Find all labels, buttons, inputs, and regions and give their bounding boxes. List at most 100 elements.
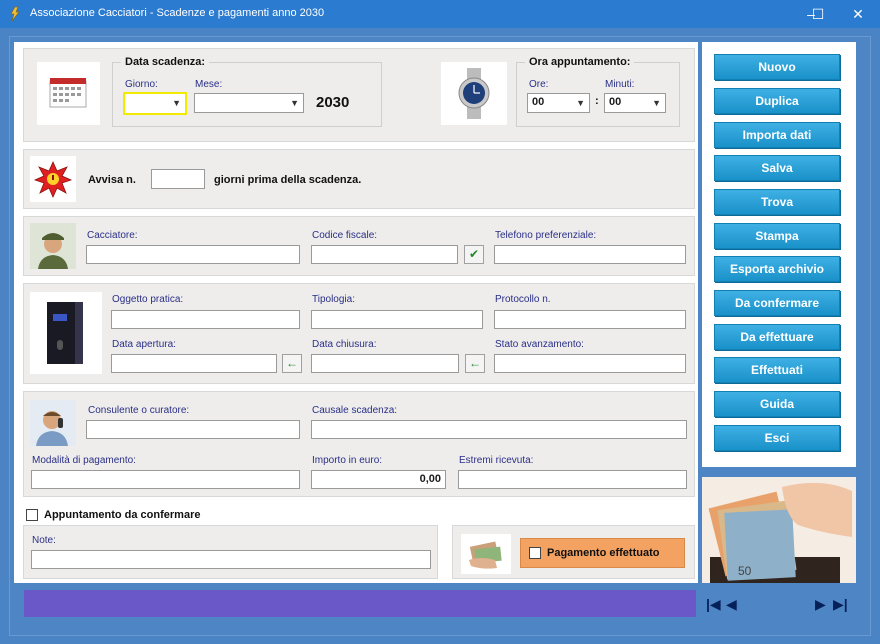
- protocollo-label: Protocollo n.: [495, 294, 551, 305]
- codice-fiscale-input[interactable]: [311, 245, 458, 264]
- ricevuta-label: Estremi ricevuta:: [459, 455, 534, 466]
- cacciatore-label: Cacciatore:: [87, 230, 138, 241]
- importo-label: Importo in euro:: [312, 455, 383, 466]
- da-confermare-label: Appuntamento da confermare: [44, 509, 201, 521]
- alarm-icon: [30, 156, 76, 202]
- pratica-panel: Oggetto pratica: Tipologia: Protocollo n…: [23, 283, 695, 384]
- mese-select[interactable]: ▼: [194, 93, 304, 113]
- cacciatore-input[interactable]: [86, 245, 300, 264]
- giorno-label: Giorno:: [125, 79, 158, 90]
- salva-button[interactable]: Salva: [714, 155, 840, 181]
- data-apertura-input[interactable]: [111, 354, 277, 373]
- importo-input[interactable]: 0,00: [311, 470, 446, 489]
- causale-input[interactable]: [311, 420, 687, 439]
- avvisa-suffix-label: giorni prima della scadenza.: [214, 174, 362, 186]
- close-button[interactable]: ✕: [836, 0, 880, 28]
- anno-value: 2030: [316, 94, 350, 111]
- oggetto-pratica-label: Oggetto pratica:: [112, 294, 184, 305]
- pagamento-effettuato-box: Pagamento effettuato: [520, 538, 685, 568]
- stato-avanzamento-label: Stato avanzamento:: [495, 339, 584, 350]
- ore-select[interactable]: 00 ▼: [527, 93, 590, 113]
- note-label: Note:: [32, 535, 56, 546]
- pagamento-panel: Pagamento effettuato: [452, 525, 695, 579]
- pagamento-effettuato-label: Pagamento effettuato: [547, 547, 660, 559]
- guida-button[interactable]: Guida: [714, 391, 840, 417]
- esporta-archivio-button[interactable]: Esporta archivio: [714, 256, 840, 282]
- ora-appuntamento-legend: Ora appuntamento:: [525, 56, 635, 68]
- check-codice-fiscale-button[interactable]: ✔: [464, 245, 484, 264]
- client-area: Data scadenza: Giorno: ▼ Mese: ▼ 2030 Or…: [0, 28, 880, 644]
- last-record-icon[interactable]: ▶|: [833, 596, 848, 613]
- consulente-input[interactable]: [86, 420, 300, 439]
- nuovo-button[interactable]: Nuovo: [714, 54, 840, 80]
- stampa-button[interactable]: Stampa: [714, 223, 840, 249]
- tipologia-label: Tipologia:: [312, 294, 355, 305]
- avviso-panel: Avvisa n. giorni prima della scadenza.: [23, 149, 695, 209]
- app-icon: [10, 6, 20, 22]
- arrow-left-icon: ←: [286, 356, 298, 370]
- stato-avanzamento-input[interactable]: [494, 354, 686, 373]
- title-bar: Associazione Cacciatori - Scadenze e pag…: [0, 0, 880, 28]
- trova-button[interactable]: Trova: [714, 189, 840, 215]
- importa-dati-button[interactable]: Importa dati: [714, 122, 840, 148]
- previous-record-icon[interactable]: ◀: [726, 596, 737, 613]
- ore-label: Ore:: [529, 79, 549, 90]
- data-chiusura-label: Data chiusura:: [312, 339, 377, 350]
- cash-hand-icon: [461, 534, 511, 574]
- money-image: 50: [702, 477, 856, 583]
- da-effettuare-button[interactable]: Da effettuare: [714, 324, 840, 350]
- modalita-label: Modalità di pagamento:: [32, 455, 136, 466]
- minuti-select[interactable]: 00 ▼: [604, 93, 666, 113]
- button-column: Nuovo Duplica Importa dati Salva Trova S…: [702, 42, 856, 467]
- consulente-label: Consulente o curatore:: [88, 405, 190, 416]
- set-data-apertura-button[interactable]: ←: [282, 354, 302, 373]
- esci-button[interactable]: Esci: [714, 425, 840, 451]
- chevron-down-icon: ▼: [172, 98, 181, 108]
- data-scadenza-group: Data scadenza: Giorno: ▼ Mese: ▼ 2030: [112, 56, 382, 127]
- tipologia-input[interactable]: [311, 310, 483, 329]
- consulente-panel: Consulente o curatore: Causale scadenza:…: [23, 391, 695, 497]
- causale-label: Causale scadenza:: [312, 405, 398, 416]
- cacciatore-panel: Cacciatore: Codice fiscale: ✔ Telefono p…: [23, 216, 695, 276]
- data-chiusura-input[interactable]: [311, 354, 459, 373]
- avvisa-label: Avvisa n.: [88, 174, 136, 186]
- giorno-select[interactable]: ▼: [123, 92, 187, 115]
- watch-icon: [441, 62, 507, 125]
- da-confermare-checkbox[interactable]: [26, 509, 38, 521]
- ricevuta-input[interactable]: [458, 470, 687, 489]
- status-bar: [24, 590, 696, 617]
- minuti-label: Minuti:: [605, 79, 635, 90]
- form-frame: Data scadenza: Giorno: ▼ Mese: ▼ 2030 Or…: [14, 42, 698, 583]
- telefono-label: Telefono preferenziale:: [495, 230, 597, 241]
- data-scadenza-legend: Data scadenza:: [121, 56, 210, 68]
- ora-appuntamento-group: Ora appuntamento: Ore: 00 ▼ : Minuti: 00…: [516, 56, 680, 127]
- modalita-input[interactable]: [31, 470, 300, 489]
- first-record-icon[interactable]: |◀: [706, 596, 721, 613]
- note-panel: Note:: [23, 525, 438, 579]
- mese-label: Mese:: [195, 79, 223, 90]
- svg-text:50: 50: [738, 564, 752, 578]
- protocollo-input[interactable]: [494, 310, 686, 329]
- scadenza-panel: Data scadenza: Giorno: ▼ Mese: ▼ 2030 Or…: [23, 48, 695, 142]
- chevron-down-icon: ▼: [652, 98, 661, 108]
- arrow-left-icon: ←: [469, 356, 481, 370]
- avvisa-giorni-input[interactable]: [151, 169, 205, 189]
- chevron-down-icon: ▼: [576, 98, 585, 108]
- data-apertura-label: Data apertura:: [112, 339, 176, 350]
- next-record-icon[interactable]: ▶: [815, 596, 826, 613]
- check-icon: ✔: [468, 247, 480, 261]
- oggetto-pratica-input[interactable]: [111, 310, 300, 329]
- note-input[interactable]: [31, 550, 431, 569]
- hunter-avatar: [30, 223, 76, 269]
- set-data-chiusura-button[interactable]: ←: [465, 354, 485, 373]
- main-area: Data scadenza: Giorno: ▼ Mese: ▼ 2030 Or…: [9, 36, 871, 636]
- consultant-avatar: [30, 400, 76, 446]
- pagamento-effettuato-checkbox[interactable]: [529, 547, 541, 559]
- time-separator: :: [595, 95, 599, 107]
- chevron-down-icon: ▼: [290, 98, 299, 108]
- duplica-button[interactable]: Duplica: [714, 88, 840, 114]
- da-confermare-button[interactable]: Da confermare: [714, 290, 840, 316]
- telefono-input[interactable]: [494, 245, 686, 264]
- maximize-button[interactable]: ☐: [798, 0, 838, 28]
- effettuati-button[interactable]: Effettuati: [714, 357, 840, 383]
